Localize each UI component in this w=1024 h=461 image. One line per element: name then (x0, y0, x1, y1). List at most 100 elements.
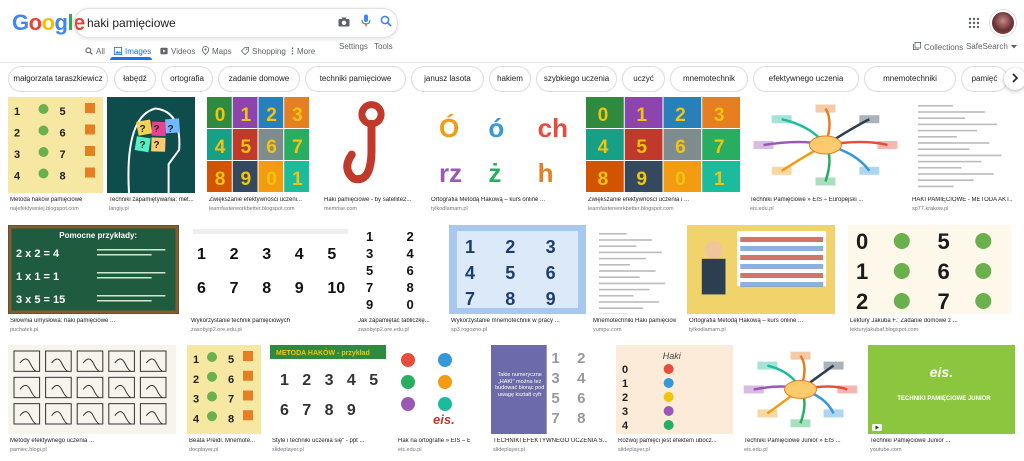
result-title[interactable]: Jak zapamiętać tabliczkę... (358, 318, 437, 324)
svg-text:2: 2 (193, 374, 199, 386)
result-title[interactable]: HAKI PAMIĘCIOWE - METODA AKT... (912, 197, 1013, 203)
result-title[interactable]: Techniki Pamięciowe Junior » EIS ... (744, 438, 859, 444)
image-result[interactable]: Pomocne przykłady: 2 x 2 = 4 1 x 1 = 1 3 x … (8, 225, 179, 338)
image-result[interactable]: Techniki Pamięciowe » EIS – Europejski .… (748, 97, 903, 217)
tab-videos[interactable]: Videos (160, 42, 195, 60)
collections-link[interactable]: Collections (913, 42, 963, 52)
chip[interactable]: techniki pamięciowe (305, 66, 406, 92)
image-result[interactable]: Ortografia Metodą Hakową – kurs online .… (687, 225, 835, 338)
result-thumbnail[interactable]: 012345678901 (586, 97, 741, 193)
result-title[interactable]: Wykorzystanie mnemotechnik w pracy ... (451, 318, 586, 324)
result-title[interactable]: Wykorzystanie technik pamięciowych (191, 318, 352, 324)
result-thumbnail[interactable]: Takie numeryczne „HAKI" można też budowa… (491, 345, 607, 434)
chip[interactable]: ortografia (161, 66, 213, 92)
result-thumbnail[interactable] (591, 225, 676, 314)
result-title[interactable]: Techniki zapamiętywania: met... (109, 197, 195, 203)
result-title[interactable]: Lektury Jakuba F.: Zadanie domowe z ... (850, 318, 1011, 324)
result-title[interactable]: TECHNIKI EFEKTYWNEGO UCZENIA S... (493, 438, 607, 444)
result-thumbnail[interactable]: 0 5 1 6 2 7 (848, 225, 1011, 314)
image-result[interactable]: eis. TECHNIKI PAMIĘCIOWE JUNIOR Techniki P… (868, 345, 1015, 458)
image-result[interactable]: Haki 0 1 2 3 4 Rozwój pamięci jest efektem ubo… (616, 345, 733, 458)
result-title[interactable]: Zwiększanie efektywności uczeni... (209, 197, 310, 203)
tools-link[interactable]: Tools (374, 42, 393, 51)
result-title[interactable]: Zwiększanie efektywności uczenia i ... (588, 197, 741, 203)
result-title[interactable]: Haki pamięciowe - by satellite2... (324, 197, 421, 203)
chevron-right-icon[interactable] (1004, 68, 1024, 90)
chip[interactable]: efektywnego uczenia (753, 66, 859, 92)
chip[interactable]: łabędź (114, 66, 156, 92)
image-result[interactable]: METODA HAKÓW - przykład 1 2 3 4 5 6 7 8 9 Style i … (270, 345, 386, 458)
image-result[interactable]: 1 2 3 4 5 6 7 8 9 0 Jak zapamiętać tabliczkę... zas… (356, 225, 437, 338)
result-thumbnail[interactable]: eis. (396, 345, 470, 434)
tab-maps[interactable]: Maps (201, 42, 232, 60)
apps-grid-icon[interactable] (968, 16, 980, 29)
result-thumbnail[interactable] (748, 97, 903, 193)
image-result[interactable]: eis. Hak na ortografie » EIS – E... eis.ed… (396, 345, 470, 458)
tab-all[interactable]: All (85, 42, 105, 60)
chip[interactable]: hakiem (489, 66, 531, 92)
result-title[interactable]: Hak na ortografie » EIS – E... (398, 438, 470, 444)
result-title[interactable]: Ortografia Metodą Hakową – kurs online .… (431, 197, 577, 203)
image-result[interactable]: 1 5 2 6 3 7 4 8 Metoda haków pamięciowe najefekty… (8, 97, 103, 217)
result-thumbnail[interactable] (742, 345, 859, 434)
chip[interactable]: szybkiego uczenia (536, 66, 617, 92)
image-result[interactable]: 0 5 1 6 2 7 Lektury Jakuba F.: Zadanie domowe … (848, 225, 1011, 338)
settings-link[interactable]: Settings (339, 42, 368, 51)
chip[interactable]: janusz lasota (411, 66, 484, 92)
result-title[interactable]: Techniki Pamięciowe » EIS – Europejski .… (750, 197, 903, 203)
tab-shopping[interactable]: Shopping (240, 42, 286, 60)
result-thumbnail[interactable]: METODA HAKÓW - przykład 1 2 3 4 5 6 7 8 9 (270, 345, 386, 434)
tab-more[interactable]: More (291, 42, 315, 60)
image-result[interactable]: Óó ch rz ż h Ortografia Metodą Hakową – kurs … (429, 97, 577, 217)
result-title[interactable]: Rozwój pamięci jest efektem ubocz... (618, 438, 733, 444)
image-result[interactable]: 1 2 3 4 5 6 7 8 9 Wykorzystanie mnemotechnik w pr… (449, 225, 586, 338)
result-title[interactable]: Siłownia umysłowa: haki pamięciowe ... (10, 318, 179, 324)
camera-icon[interactable] (335, 14, 353, 32)
result-thumbnail[interactable]: Haki 0 1 2 3 4 (616, 345, 733, 434)
image-result[interactable]: 1 5 2 6 3 7 4 8 Beata Preidl. Mnemote... docplaye… (187, 345, 261, 458)
result-title[interactable]: Mnemotechniki Haki pamięciowe (593, 318, 676, 324)
result-title[interactable]: Metoda haków pamięciowe (10, 197, 103, 203)
image-result[interactable]: Mnemotechniki Haki pamięciowe yumpu.com (591, 225, 676, 338)
result-thumbnail[interactable]: ????? (107, 97, 195, 193)
result-thumbnail[interactable] (687, 225, 835, 314)
search-icon[interactable] (377, 14, 395, 32)
result-thumbnail[interactable] (910, 97, 1013, 193)
result-title[interactable]: Techniki Pamięciowe Junior ... (870, 438, 1015, 444)
image-result[interactable]: 1 2 3 4 5 6 7 8 9 10 Wykorzystanie technik pamięci… (189, 225, 352, 338)
safesearch-menu[interactable]: SafeSearch (966, 42, 1017, 51)
chip[interactable]: mnemotechniki (864, 66, 956, 92)
result-thumbnail[interactable]: 1 5 2 6 3 7 4 8 (187, 345, 261, 434)
search-query[interactable]: haki pamięciowe (87, 16, 176, 30)
image-result[interactable]: 0 1 2 3 4 5 6 7 8 9 0 1 Zwiększanie efektywności ucz… (207, 97, 310, 217)
result-thumbnail[interactable]: 1 2 3 4 5 6 7 8 9 (449, 225, 586, 314)
result-title[interactable]: Beata Preidl. Mnemote... (189, 438, 261, 444)
result-thumbnail[interactable] (8, 345, 176, 434)
result-thumbnail[interactable]: Pomocne przykłady: 2 x 2 = 4 1 x 1 = 1 3 x … (8, 225, 179, 314)
image-result[interactable]: Metody efektywnego uczenia ... pamiec.blo… (8, 345, 176, 458)
image-result[interactable]: ????? Techniki zapamiętywania: met... lang… (107, 97, 195, 217)
search-box[interactable]: haki pamięciowe (74, 8, 398, 38)
result-thumbnail[interactable]: Óó ch rz ż h (429, 97, 577, 193)
result-thumbnail[interactable]: 012345678901 (207, 97, 310, 193)
result-title[interactable]: Ortografia Metodą Hakową – kurs online .… (689, 318, 835, 324)
result-thumbnail[interactable]: eis. TECHNIKI PAMIĘCIOWE JUNIOR (868, 345, 1015, 434)
result-title[interactable]: Style i techniki uczenia się" - ppt ... (272, 438, 386, 444)
image-result[interactable]: Techniki Pamięciowe Junior » EIS ... eis.… (742, 345, 859, 458)
chip[interactable]: uczyć (622, 66, 665, 92)
mic-icon[interactable] (357, 14, 375, 32)
image-result[interactable]: Haki pamięciowe - by satellite2... memris… (322, 97, 421, 217)
chip[interactable]: zadanie domowe (218, 66, 300, 92)
result-thumbnail[interactable]: 1 2 3 4 5 6 7 8 9 10 (189, 225, 352, 314)
image-result[interactable]: Takie numeryczne „HAKI" można też budowa… (491, 345, 607, 458)
result-thumbnail[interactable]: 1 5 2 6 3 7 4 8 (8, 97, 103, 193)
image-result[interactable]: HAKI PAMIĘCIOWE - METODA AKT... sp77.krak… (910, 97, 1013, 217)
result-title[interactable]: Metody efektywnego uczenia ... (10, 438, 176, 444)
chip[interactable]: małgorzata taraszkiewicz (8, 66, 108, 92)
account-avatar[interactable] (990, 10, 1016, 36)
result-thumbnail[interactable] (322, 97, 421, 193)
image-result[interactable]: 0 1 2 3 4 5 6 7 8 9 0 1 Zwiększanie efektywności ucz… (586, 97, 741, 217)
chip[interactable]: pamięć (961, 66, 1008, 92)
chip[interactable]: mnemotechnik (670, 66, 748, 92)
result-thumbnail[interactable]: 1 2 3 4 5 6 7 8 9 0 (356, 225, 437, 314)
